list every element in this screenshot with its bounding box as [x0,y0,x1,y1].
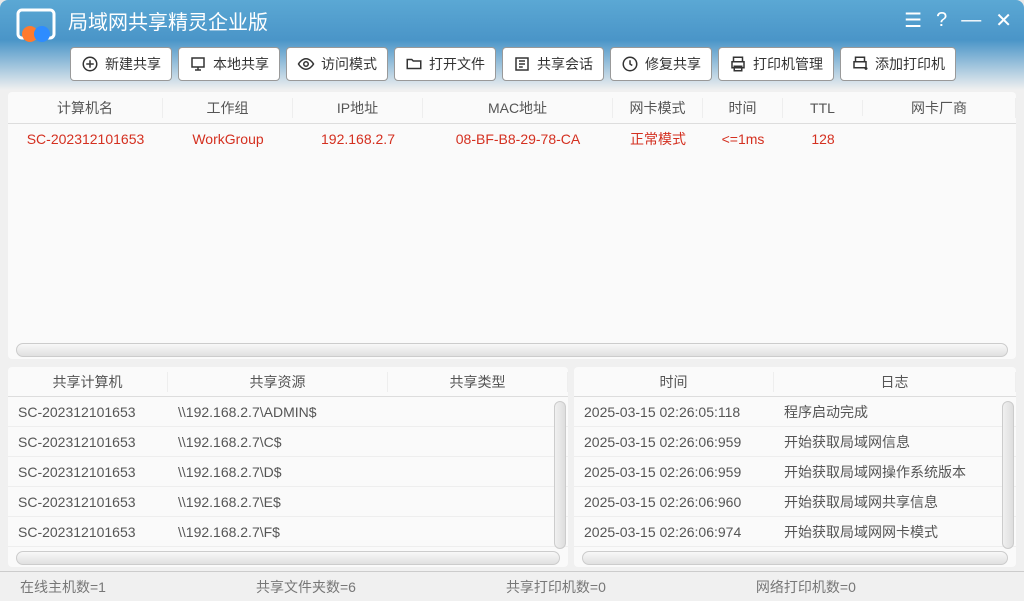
col-share-type[interactable]: 共享类型 [388,372,568,392]
app-window: 局域网共享精灵企业版 ☰ ? — ✕ 新建共享 本地共享 访问模式 打开文件 共… [0,0,1024,601]
log-panel: 时间 日志 2025-03-15 02:26:05:118程序启动完成 2025… [574,367,1016,567]
col-log-msg[interactable]: 日志 [774,372,1016,392]
open-file-button[interactable]: 打开文件 [394,47,496,81]
share-row[interactable]: SC-202312101653\\192.168.2.7\E$ [8,487,568,517]
col-nicmode[interactable]: 网卡模式 [613,98,703,118]
status-folders: 共享文件夹数=6 [256,577,356,597]
shares-header: 共享计算机 共享资源 共享类型 [8,367,568,397]
share-session-button[interactable]: 共享会话 [502,47,604,81]
shares-hscroll[interactable] [16,551,560,565]
share-row[interactable]: SC-202312101653\\192.168.2.7\C$ [8,427,568,457]
titlebar[interactable]: 局域网共享精灵企业版 ☰ ? — ✕ [0,0,1024,40]
status-net-printers: 网络打印机数=0 [756,577,856,597]
share-row[interactable]: SC-202312101653\\192.168.2.7\ADMIN$ [8,397,568,427]
log-header: 时间 日志 [574,367,1016,397]
status-share-printers: 共享打印机数=0 [506,577,606,597]
hosts-hscroll[interactable] [16,343,1008,357]
shares-body: SC-202312101653\\192.168.2.7\ADMIN$ SC-2… [8,397,568,549]
status-online: 在线主机数=1 [20,577,106,597]
repair-share-button[interactable]: 修复共享 [610,47,712,81]
col-vendor[interactable]: 网卡厂商 [863,98,1016,118]
log-hscroll[interactable] [582,551,1008,565]
share-row[interactable]: SC-202312101653\\192.168.2.7\F$ [8,517,568,547]
local-share-button[interactable]: 本地共享 [178,47,280,81]
hosts-panel: 计算机名 工作组 IP地址 MAC地址 网卡模式 时间 TTL 网卡厂商 SC-… [8,92,1016,359]
toolbar: 新建共享 本地共享 访问模式 打开文件 共享会话 修复共享 打印机管理 添加打印… [0,40,1024,88]
shares-vscroll[interactable] [554,401,566,549]
new-share-button[interactable]: 新建共享 [70,47,172,81]
shares-panel: 共享计算机 共享资源 共享类型 SC-202312101653\\192.168… [8,367,568,567]
log-body: 2025-03-15 02:26:05:118程序启动完成 2025-03-15… [574,397,1016,549]
col-name[interactable]: 计算机名 [8,98,163,118]
access-mode-button[interactable]: 访问模式 [286,47,388,81]
menu-icon[interactable]: ☰ [904,8,922,33]
col-share-computer[interactable]: 共享计算机 [8,372,168,392]
log-vscroll[interactable] [1002,401,1014,549]
log-row[interactable]: 2025-03-15 02:26:06:959开始获取局域网信息 [574,427,1016,457]
col-time[interactable]: 时间 [703,98,783,118]
col-workgroup[interactable]: 工作组 [163,98,293,118]
log-row[interactable]: 2025-03-15 02:26:05:118程序启动完成 [574,397,1016,427]
hosts-body: SC-202312101653 WorkGroup 192.168.2.7 08… [8,124,1016,341]
log-row[interactable]: 2025-03-15 02:26:06:960开始获取局域网共享信息 [574,487,1016,517]
minimize-icon[interactable]: — [961,9,981,32]
col-log-time[interactable]: 时间 [574,372,774,392]
log-row[interactable]: 2025-03-15 02:26:06:974开始获取局域网网卡模式 [574,517,1016,547]
col-ip[interactable]: IP地址 [293,98,423,118]
app-title: 局域网共享精灵企业版 [68,6,904,35]
help-icon[interactable]: ? [936,9,947,32]
printer-mgmt-button[interactable]: 打印机管理 [718,47,834,81]
col-share-resource[interactable]: 共享资源 [168,372,388,392]
host-row[interactable]: SC-202312101653 WorkGroup 192.168.2.7 08… [8,124,1016,154]
col-ttl[interactable]: TTL [783,100,863,116]
hosts-header: 计算机名 工作组 IP地址 MAC地址 网卡模式 时间 TTL 网卡厂商 [8,92,1016,124]
share-row[interactable]: SC-202312101653\\192.168.2.7\D$ [8,457,568,487]
add-printer-button[interactable]: 添加打印机 [840,47,956,81]
col-mac[interactable]: MAC地址 [423,98,613,118]
close-icon[interactable]: ✕ [995,8,1012,33]
statusbar: 在线主机数=1 共享文件夹数=6 共享打印机数=0 网络打印机数=0 [0,571,1024,601]
log-row[interactable]: 2025-03-15 02:26:06:959开始获取局域网操作系统版本 [574,457,1016,487]
